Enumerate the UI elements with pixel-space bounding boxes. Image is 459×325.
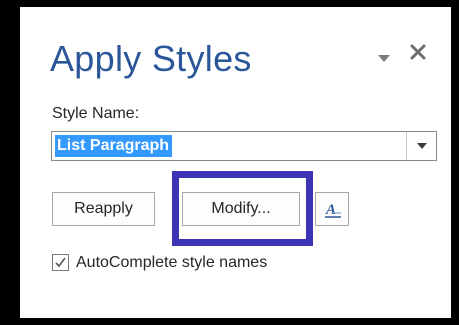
styles-button[interactable]: A xyxy=(315,192,349,226)
pane-title: Apply Styles xyxy=(50,38,252,79)
checkmark-icon xyxy=(55,257,66,268)
autocomplete-checkbox[interactable] xyxy=(52,254,69,271)
screenshot-frame: Apply Styles Style Name: List Paragraph xyxy=(0,0,459,325)
style-name-dropdown-button[interactable] xyxy=(406,132,436,160)
autocomplete-label: AutoComplete style names xyxy=(76,254,268,271)
styles-icon: A xyxy=(325,202,341,218)
chevron-down-icon xyxy=(417,143,427,149)
style-name-label: Style Name: xyxy=(52,105,140,122)
close-icon[interactable] xyxy=(409,43,427,61)
dropdown-triangle-icon[interactable] xyxy=(377,51,391,62)
apply-styles-pane: Apply Styles Style Name: List Paragraph xyxy=(20,7,451,318)
style-name-combobox[interactable]: List Paragraph xyxy=(51,131,437,161)
style-name-value: List Paragraph xyxy=(55,135,173,157)
reapply-button[interactable]: Reapply xyxy=(52,192,155,226)
style-name-input[interactable]: List Paragraph xyxy=(53,133,407,159)
modify-button[interactable]: Modify... xyxy=(182,192,300,226)
svg-text:A: A xyxy=(325,202,336,218)
